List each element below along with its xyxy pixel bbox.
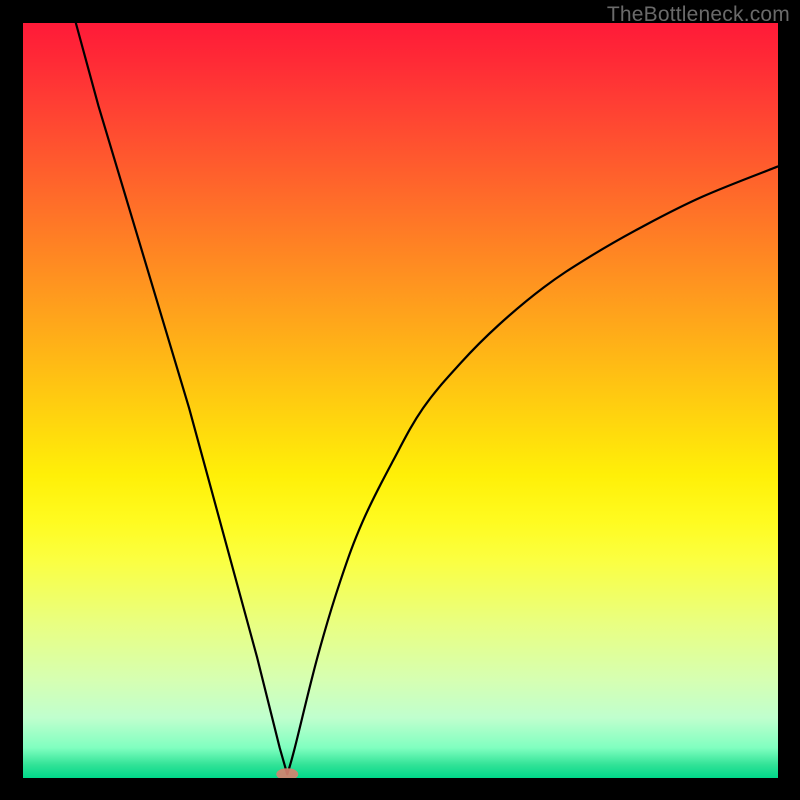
bottleneck-curve bbox=[76, 23, 778, 774]
chart-container: TheBottleneck.com bbox=[0, 0, 800, 800]
plot-area bbox=[23, 23, 778, 778]
sweet-spot-marker bbox=[276, 768, 298, 778]
curve-layer bbox=[23, 23, 778, 778]
watermark-text: TheBottleneck.com bbox=[607, 3, 790, 27]
